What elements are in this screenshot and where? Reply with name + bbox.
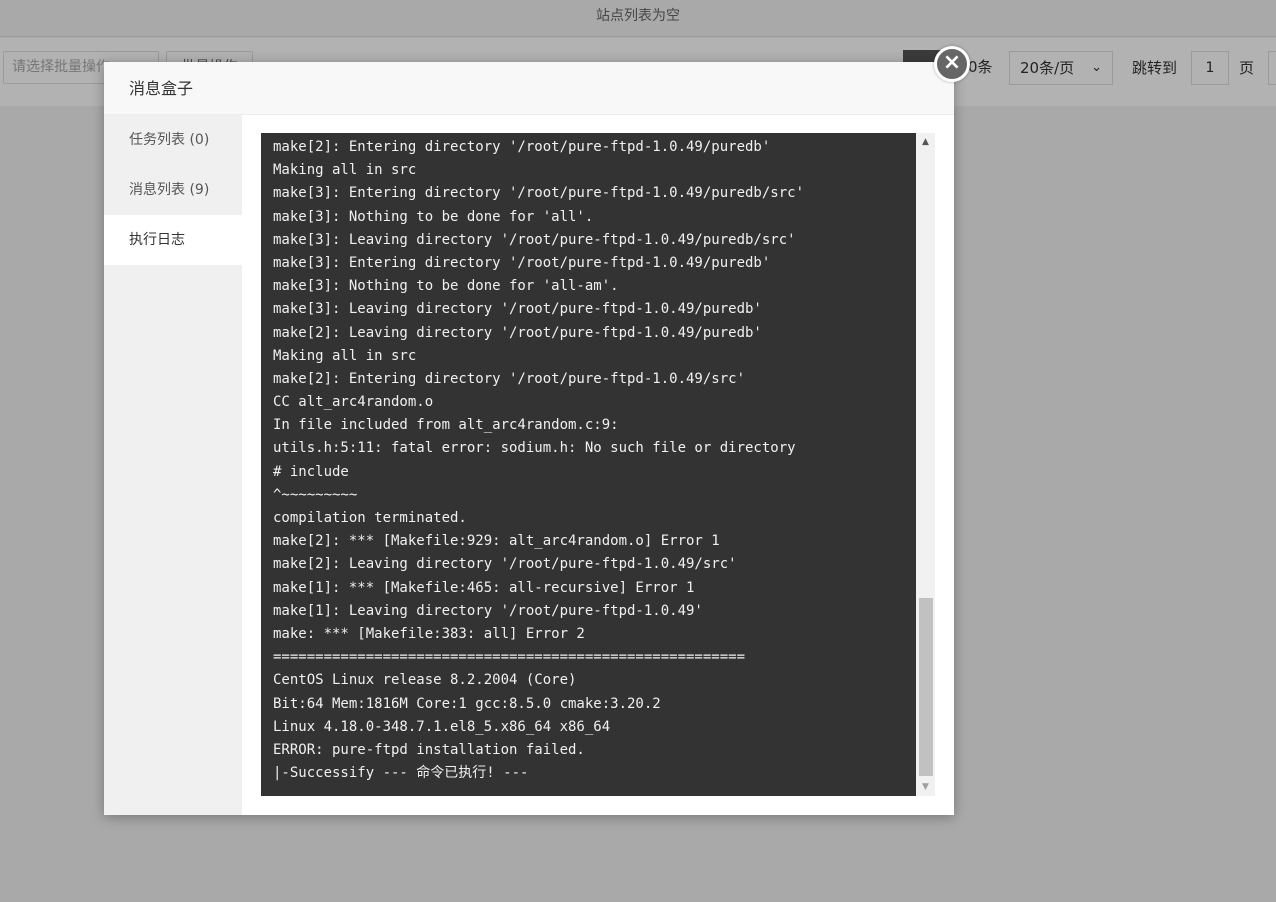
log-content: make[2]: Entering directory '/root/pure-… [242, 115, 954, 815]
scroll-down-arrow-icon[interactable]: ▼ [916, 782, 935, 792]
modal-sidebar: 任务列表 (0) 消息列表 (9) 执行日志 [104, 115, 242, 815]
log-line: make: *** [Makefile:383: all] Error 2 [273, 625, 585, 642]
log-line: make[2]: Leaving directory '/root/pure-f… [273, 556, 737, 573]
log-line: ^~~~~~~~~~ [273, 486, 358, 503]
sidebar-item-message-list[interactable]: 消息列表 (9) [104, 165, 242, 215]
log-line: make[3]: Nothing to be done for 'all'. [273, 208, 594, 225]
log-line: ========================================… [273, 649, 746, 666]
log-line: Making all in src [273, 347, 417, 364]
scrollbar[interactable]: ▲ ▼ [916, 133, 935, 796]
log-line: make[3]: Leaving directory '/root/pure-f… [273, 301, 762, 318]
log-line: make[3]: Nothing to be done for 'all-am'… [273, 278, 619, 295]
log-line: CentOS Linux release 8.2.2004 (Core) [273, 672, 577, 689]
log-lines: make[2]: Entering directory '/root/pure-… [261, 133, 916, 785]
log-line: utils.h:5:11: fatal error: sodium.h: No … [273, 440, 796, 457]
modal-title: 消息盒子 [104, 62, 954, 115]
log-line: make[3]: Entering directory '/root/pure-… [273, 185, 805, 202]
log-line: make[1]: *** [Makefile:465: all-recursiv… [273, 579, 695, 596]
scroll-up-arrow-icon[interactable]: ▲ [916, 137, 935, 147]
log-console[interactable]: make[2]: Entering directory '/root/pure-… [261, 133, 916, 796]
log-line: In file included from alt_arc4random.c:9… [273, 417, 619, 434]
log-line: CC alt_arc4random.o [273, 394, 434, 411]
log-line: # include [273, 463, 349, 480]
log-line: make[1]: Leaving directory '/root/pure-f… [273, 602, 703, 619]
log-line: |-Successify --- 命令已执行! --- [273, 765, 529, 782]
sidebar-item-task-list[interactable]: 任务列表 (0) [104, 115, 242, 165]
log-line: make[2]: Leaving directory '/root/pure-f… [273, 324, 762, 341]
scroll-thumb[interactable] [919, 598, 933, 776]
close-icon[interactable]: × [934, 46, 970, 82]
log-line: Linux 4.18.0-348.7.1.el8_5.x86_64 x86_64 [273, 718, 611, 735]
log-line: make[3]: Leaving directory '/root/pure-f… [273, 231, 796, 248]
log-line: Bit:64 Mem:1816M Core:1 gcc:8.5.0 cmake:… [273, 695, 661, 712]
log-line: Making all in src [273, 162, 417, 179]
log-line: make[2]: Entering directory '/root/pure-… [273, 370, 746, 387]
log-line: make[2]: Entering directory '/root/pure-… [273, 139, 771, 155]
sidebar-item-execution-log[interactable]: 执行日志 [104, 215, 242, 265]
log-line: make[2]: *** [Makefile:929: alt_arc4rand… [273, 533, 720, 550]
log-line: compilation terminated. [273, 510, 467, 526]
message-box-modal: 消息盒子 任务列表 (0) 消息列表 (9) 执行日志 make[2]: Ent… [104, 62, 954, 815]
log-line: make[3]: Entering directory '/root/pure-… [273, 254, 771, 271]
log-line: ERROR: pure-ftpd installation failed. [273, 741, 585, 758]
